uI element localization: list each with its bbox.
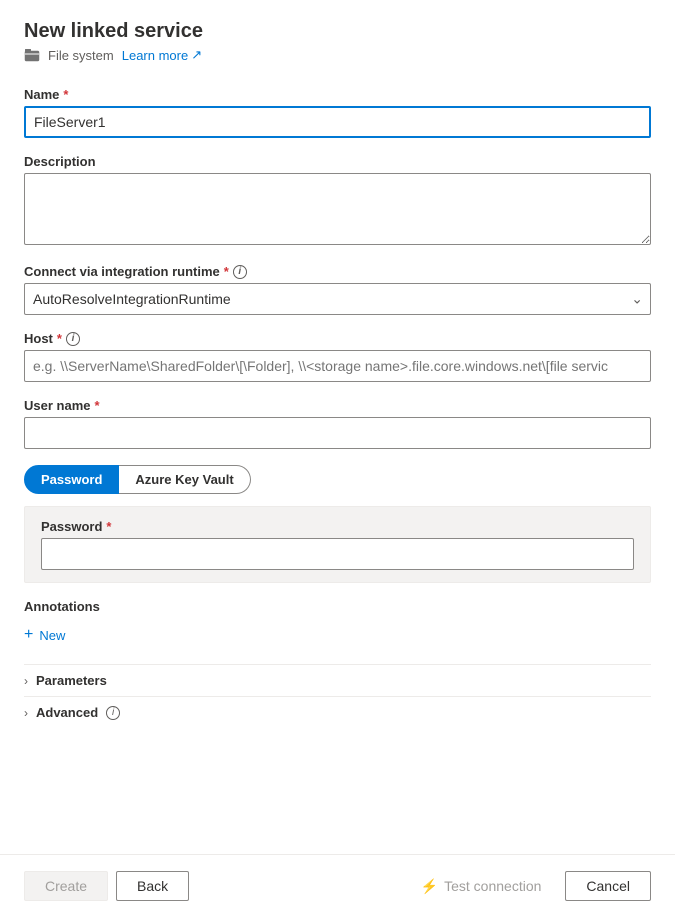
cancel-button[interactable]: Cancel <box>565 871 651 901</box>
username-label: User name * <box>24 398 651 413</box>
description-form-group: Description <box>24 154 651 248</box>
host-required-star: * <box>57 331 62 346</box>
plug-icon: ⚡ <box>421 878 438 895</box>
integration-runtime-form-group: Connect via integration runtime * i Auto… <box>24 264 651 315</box>
username-input[interactable] <box>24 417 651 449</box>
add-new-label: New <box>39 628 65 643</box>
ir-info-icon[interactable]: i <box>233 265 247 279</box>
parameters-label: Parameters <box>36 673 107 688</box>
add-annotation-button[interactable]: + New <box>24 622 65 648</box>
integration-runtime-label: Connect via integration runtime * i <box>24 264 651 279</box>
password-form-group: Password * <box>41 519 634 570</box>
advanced-chevron-icon: › <box>24 706 28 720</box>
password-input[interactable] <box>41 538 634 570</box>
footer: Create Back ⚡ Test connection Cancel <box>0 854 675 917</box>
azure-key-vault-tab-button[interactable]: Azure Key Vault <box>119 465 250 494</box>
password-tab-button[interactable]: Password <box>24 465 119 494</box>
host-form-group: Host * i <box>24 331 651 382</box>
subtitle-text: File system <box>48 48 114 63</box>
name-input[interactable] <box>24 106 651 138</box>
password-section: Password * <box>24 506 651 583</box>
test-connection-button[interactable]: ⚡ Test connection <box>405 872 558 901</box>
password-required-star: * <box>106 519 111 534</box>
footer-left: Create Back <box>24 871 189 901</box>
description-label: Description <box>24 154 651 169</box>
advanced-collapsible[interactable]: › Advanced i <box>24 696 651 728</box>
advanced-label: Advanced <box>36 705 98 720</box>
page-title: New linked service <box>24 20 651 43</box>
name-label: Name * <box>24 87 651 102</box>
host-input[interactable] <box>24 350 651 382</box>
integration-runtime-select-wrapper: AutoResolveIntegrationRuntime ⌄ <box>24 283 651 315</box>
external-link-icon: ↗ <box>191 47 202 63</box>
host-info-icon[interactable]: i <box>66 332 80 346</box>
username-required-star: * <box>94 398 99 413</box>
auth-tab-row: Password Azure Key Vault <box>24 465 651 494</box>
test-connection-label: Test connection <box>444 878 541 894</box>
password-label: Password * <box>41 519 634 534</box>
description-textarea[interactable] <box>24 173 651 245</box>
parameters-collapsible[interactable]: › Parameters <box>24 664 651 696</box>
plus-icon: + <box>24 626 33 644</box>
subtitle-row: File system Learn more ↗ <box>24 47 651 63</box>
advanced-info-icon[interactable]: i <box>106 706 120 720</box>
file-system-icon <box>24 47 40 63</box>
integration-runtime-select[interactable]: AutoResolveIntegrationRuntime <box>24 283 651 315</box>
parameters-chevron-icon: › <box>24 674 28 688</box>
learn-more-link[interactable]: Learn more ↗ <box>122 47 202 63</box>
footer-right: ⚡ Test connection Cancel <box>405 871 651 901</box>
name-form-group: Name * <box>24 87 651 138</box>
back-button[interactable]: Back <box>116 871 189 901</box>
annotations-section: Annotations + New <box>24 599 651 648</box>
ir-required-star: * <box>224 264 229 279</box>
username-form-group: User name * <box>24 398 651 449</box>
host-label: Host * i <box>24 331 651 346</box>
name-required-star: * <box>63 87 68 102</box>
create-button[interactable]: Create <box>24 871 108 901</box>
annotations-label: Annotations <box>24 599 651 614</box>
